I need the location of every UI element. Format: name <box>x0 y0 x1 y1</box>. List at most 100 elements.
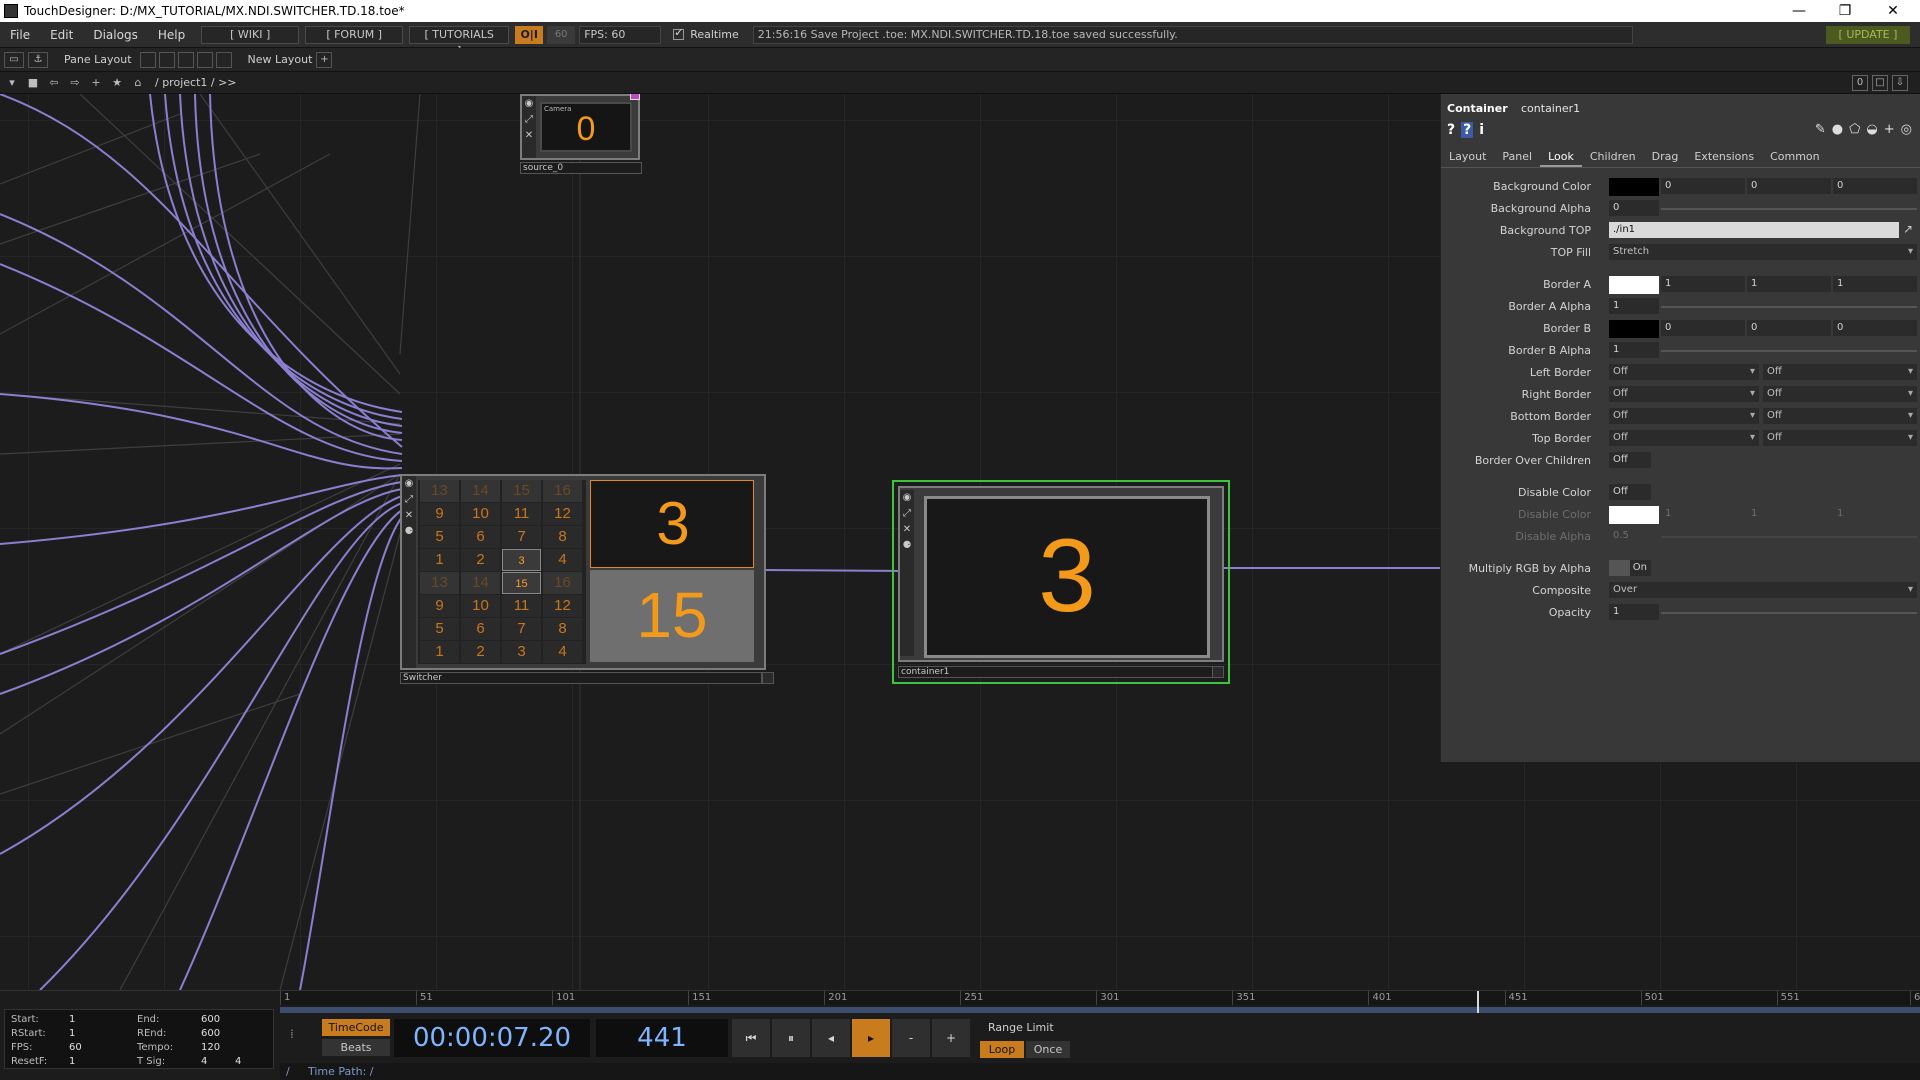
switcher-top-button-9[interactable]: 9 <box>420 503 459 525</box>
border-b-b[interactable]: 0 <box>1833 320 1917 336</box>
loop-button[interactable]: Loop <box>980 1041 1024 1058</box>
disable-color-b[interactable]: 1 <box>1833 506 1917 522</box>
opacity-slider[interactable] <box>1661 612 1917 614</box>
home-icon[interactable]: ⌂ <box>129 75 147 91</box>
pause-icon[interactable]: ⏸ <box>772 1019 810 1057</box>
step-minus-button[interactable]: - <box>892 1019 930 1057</box>
step-plus-button[interactable]: + <box>932 1019 970 1057</box>
add-parameter-icon[interactable]: + <box>1884 122 1895 137</box>
left-border-b-menu[interactable]: Off <box>1763 364 1917 380</box>
rend-value[interactable]: 600 <box>201 1028 220 1039</box>
switcher-bottom-button-2[interactable]: 2 <box>461 641 500 663</box>
timecode-mode-button[interactable]: TimeCode <box>322 1019 390 1036</box>
source-node[interactable]: ◉ ⤢ ✕ Camera 0 source_0 <box>520 94 645 180</box>
timeline-scrub-bar[interactable] <box>280 1007 1920 1013</box>
tab-common[interactable]: Common <box>1762 148 1828 167</box>
maximize-button[interactable]: ❐ <box>1822 0 1868 22</box>
tab-look[interactable]: Look <box>1540 148 1582 167</box>
beats-mode-button[interactable]: Beats <box>322 1039 390 1056</box>
zero-button[interactable]: 0 <box>1852 75 1868 91</box>
switcher-bottom-button-14[interactable]: 14 <box>461 572 500 594</box>
bookmark-star-icon[interactable]: ★ <box>108 75 126 91</box>
switcher-bottom-button-16[interactable]: 16 <box>543 572 582 594</box>
switcher-top-button-13[interactable]: 13 <box>420 480 459 502</box>
python-icon[interactable]: ◒ <box>1866 122 1877 137</box>
top-border-a-menu[interactable]: Off <box>1609 430 1759 446</box>
add-icon[interactable]: + <box>87 75 105 91</box>
tsig-denominator[interactable]: 4 <box>235 1056 241 1067</box>
frame-display[interactable]: 441 <box>596 1019 728 1057</box>
bg-color-swatch[interactable] <box>1609 178 1659 196</box>
switcher-top-button-11[interactable]: 11 <box>502 503 541 525</box>
switcher-top-button-12[interactable]: 12 <box>543 503 582 525</box>
comment-icon[interactable]: ● <box>1832 122 1843 137</box>
switcher-bottom-button-5[interactable]: 5 <box>420 618 459 640</box>
left-border-a-menu[interactable]: Off <box>1609 364 1759 380</box>
bypass-icon[interactable]: ⤢ <box>522 112 536 128</box>
border-a-alpha-field[interactable]: 1 <box>1609 298 1659 314</box>
time-path-root[interactable]: / <box>286 1063 290 1080</box>
composite-menu[interactable]: Over <box>1609 582 1917 598</box>
layout-quad-icon[interactable] <box>215 51 232 68</box>
border-a-alpha-slider[interactable] <box>1661 306 1917 308</box>
node-output-flag[interactable] <box>1212 666 1224 678</box>
border-over-children-toggle[interactable]: Off <box>1609 452 1651 468</box>
switcher-top-button-3[interactable]: 3 <box>502 549 541 571</box>
switcher-top-button-2[interactable]: 2 <box>461 549 500 571</box>
disable-alpha-field[interactable]: 0.5 <box>1609 528 1659 544</box>
bottom-border-a-menu[interactable]: Off <box>1609 408 1759 424</box>
node-output-flag[interactable] <box>762 672 774 684</box>
pick-arrow-icon[interactable]: ↗ <box>1903 222 1913 236</box>
wiki-button[interactable]: [ WIKI ] <box>201 25 300 44</box>
border-a-swatch[interactable] <box>1609 276 1659 294</box>
switcher-bottom-button-1[interactable]: 1 <box>420 641 459 663</box>
pane-split-icon[interactable]: ▭ <box>4 51 24 68</box>
switcher-node[interactable]: ◉ ⤢ ✕ ⚈ 13 14 15 16 9 10 11 12 5 6 7 8 1 2 3 4 13 14 15 16 9… <box>400 474 774 684</box>
op-name[interactable]: container1 <box>1521 102 1580 115</box>
disable-color-toggle[interactable]: Off <box>1609 484 1651 500</box>
bg-color-g[interactable]: 0 <box>1747 178 1831 194</box>
playhead[interactable] <box>1477 991 1480 1013</box>
target-icon[interactable]: ◎ <box>1901 122 1912 137</box>
switcher-name[interactable]: Switcher <box>400 672 762 684</box>
viewer-active-flag[interactable] <box>630 94 640 100</box>
switcher-top-button-6[interactable]: 6 <box>461 526 500 548</box>
layout-triple-icon[interactable] <box>196 51 213 68</box>
tab-extensions[interactable]: Extensions <box>1686 148 1762 167</box>
right-border-a-menu[interactable]: Off <box>1609 386 1759 402</box>
time-path[interactable]: / Time Path: / <box>280 1063 1920 1080</box>
layout-vsplit-icon[interactable] <box>158 51 175 68</box>
script-icon[interactable]: ⬠ <box>1849 122 1860 137</box>
pane-network-icon[interactable]: ⚓ <box>28 51 48 68</box>
clone-icon[interactable]: ⚈ <box>402 524 416 540</box>
switcher-top-button-1[interactable]: 1 <box>420 549 459 571</box>
switcher-top-button-16[interactable]: 16 <box>543 480 582 502</box>
right-border-b-menu[interactable]: Off <box>1763 386 1917 402</box>
lock-icon[interactable]: ✕ <box>522 128 536 144</box>
layout-hsplit-icon[interactable] <box>177 51 194 68</box>
rewind-icon[interactable]: ⏮ <box>732 1019 770 1057</box>
viewer-toggle-icon[interactable]: ◉ <box>402 476 416 492</box>
window-icon[interactable]: □ <box>1872 75 1888 91</box>
edit-icon[interactable]: ✎ <box>1815 122 1826 137</box>
tab-children[interactable]: Children <box>1582 148 1644 167</box>
help-icon[interactable]: ? <box>1447 122 1455 138</box>
bg-alpha-field[interactable]: 0 <box>1609 200 1659 216</box>
fps-value[interactable]: 60 <box>69 1042 82 1053</box>
tutorials-button[interactable]: [ TUTORIALS ] <box>409 25 510 57</box>
container-node[interactable]: ◉ ⤢ ✕ ⚈ 3 container1 <box>892 480 1230 684</box>
top-fill-menu[interactable]: Stretch <box>1609 244 1917 260</box>
bg-color-b[interactable]: 0 <box>1833 178 1917 194</box>
switcher-top-button-8[interactable]: 8 <box>543 526 582 548</box>
bg-alpha-slider[interactable] <box>1661 208 1917 210</box>
switcher-bottom-button-12[interactable]: 12 <box>543 595 582 617</box>
container-name[interactable]: container1 <box>898 666 1216 678</box>
switcher-top-button-10[interactable]: 10 <box>461 503 500 525</box>
border-b-alpha-slider[interactable] <box>1661 350 1917 352</box>
tab-panel[interactable]: Panel <box>1494 148 1540 167</box>
clone-icon[interactable]: ⚈ <box>900 538 914 554</box>
network-path[interactable]: / project1 / >> <box>155 76 237 89</box>
resetf-value[interactable]: 1 <box>69 1056 75 1067</box>
tab-layout[interactable]: Layout <box>1441 148 1494 167</box>
realtime-checkbox[interactable] <box>673 26 685 40</box>
